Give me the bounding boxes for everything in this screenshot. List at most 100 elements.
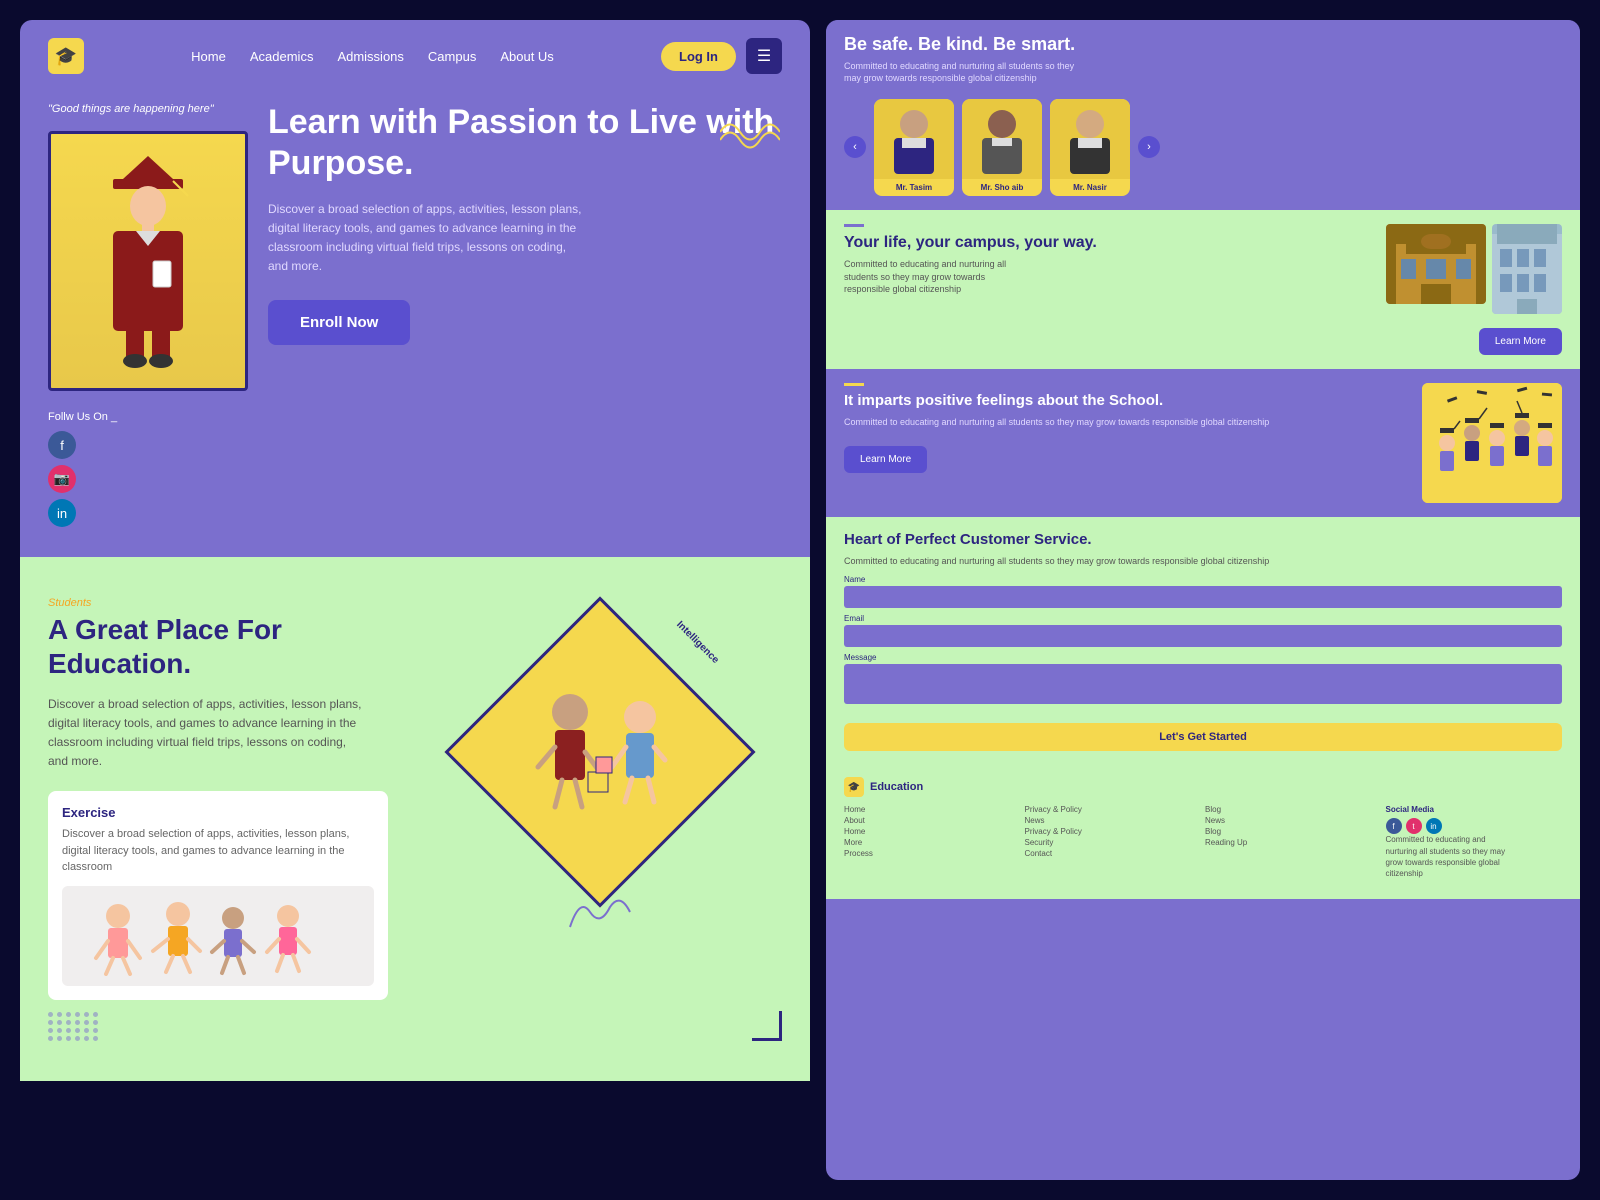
building-2-svg bbox=[1492, 224, 1562, 314]
left-panel: 🎓 Home Academics Admissions Campus About… bbox=[20, 20, 810, 1180]
nav-academics[interactable]: Academics bbox=[250, 49, 314, 64]
kids-svg bbox=[78, 896, 358, 976]
linkedin-icon[interactable]: in bbox=[48, 499, 76, 527]
footer-link-blog[interactable]: Blog bbox=[1205, 805, 1382, 814]
students-label: Students bbox=[48, 597, 388, 609]
footer-link-contact[interactable]: Contact bbox=[1025, 849, 1202, 858]
nav-actions: Log In ☰ bbox=[661, 38, 782, 74]
feelings-indicator bbox=[844, 383, 864, 386]
teacher-name-3: Mr. Nasir bbox=[1050, 179, 1130, 196]
hero-section: 🎓 Home Academics Admissions Campus About… bbox=[20, 20, 810, 557]
feelings-section: It imparts positive feelings about the S… bbox=[826, 369, 1580, 517]
students-left: Students A Great Place For Education. Di… bbox=[48, 597, 388, 1040]
login-button[interactable]: Log In bbox=[661, 42, 736, 71]
footer-section: 🎓 Education Home About Home More Process… bbox=[826, 765, 1580, 899]
campus-section: Your life, your campus, your way. Commit… bbox=[826, 210, 1580, 369]
campus-learn-more-button[interactable]: Learn More bbox=[1479, 328, 1562, 355]
footer-link-process[interactable]: Process bbox=[844, 849, 1021, 858]
nav-campus[interactable]: Campus bbox=[428, 49, 476, 64]
footer-link-more[interactable]: More bbox=[844, 838, 1021, 847]
social-links: Follw Us On _ f 📷 in bbox=[48, 411, 248, 527]
campus-images: Learn More bbox=[1386, 224, 1562, 355]
hero-title: Learn with Passion to Live with Purpose. bbox=[268, 102, 782, 184]
footer-link-about[interactable]: About bbox=[844, 816, 1021, 825]
logo[interactable]: 🎓 bbox=[48, 38, 84, 74]
building-1-svg bbox=[1386, 224, 1486, 304]
nav-admissions[interactable]: Admissions bbox=[337, 49, 403, 64]
students-right: Intelligence bbox=[418, 597, 782, 1040]
main-nav: 🎓 Home Academics Admissions Campus About… bbox=[20, 20, 810, 92]
campus-img-2 bbox=[1492, 224, 1562, 314]
feelings-desc: Committed to educating and nurturing all… bbox=[844, 416, 1410, 429]
name-input[interactable] bbox=[844, 586, 1562, 608]
social-icons: f 📷 in bbox=[48, 431, 248, 527]
footer-link-privacy2[interactable]: Privacy & Policy bbox=[1025, 827, 1202, 836]
teacher-card-3: Mr. Nasir bbox=[1050, 99, 1130, 196]
nav-links: Home Academics Admissions Campus About U… bbox=[114, 49, 631, 64]
teacher-name-2: Mr. Sho aib bbox=[962, 179, 1042, 196]
students-section: Students A Great Place For Education. Di… bbox=[20, 557, 810, 1080]
name-form-group: Name bbox=[844, 575, 1562, 608]
footer-link-news2[interactable]: News bbox=[1205, 816, 1382, 825]
contact-section: Heart of Perfect Customer Service. Commi… bbox=[826, 517, 1580, 766]
exercise-description: Discover a broad selection of apps, acti… bbox=[62, 826, 374, 876]
footer-ig-icon[interactable]: t bbox=[1406, 818, 1422, 834]
hero-image bbox=[48, 131, 248, 391]
rp-top-title: Be safe. Be kind. Be smart. bbox=[844, 34, 1562, 56]
footer-social-title: Social Media bbox=[1386, 805, 1563, 814]
teacher-name-1: Mr. Tasim bbox=[874, 179, 954, 196]
footer-link-home[interactable]: Home bbox=[844, 805, 1021, 814]
students-desc: Discover a broad selection of apps, acti… bbox=[48, 695, 368, 772]
instagram-icon[interactable]: 📷 bbox=[48, 465, 76, 493]
teacher-2-svg bbox=[972, 104, 1032, 174]
graduation-svg bbox=[1422, 383, 1562, 503]
prev-teacher-button[interactable]: ‹ bbox=[844, 136, 866, 158]
footer-link-reading[interactable]: Reading Up bbox=[1205, 838, 1382, 847]
exercise-card: Exercise Discover a broad selection of a… bbox=[48, 791, 388, 1000]
diamond-container: Intelligence bbox=[475, 627, 725, 877]
email-input[interactable] bbox=[844, 625, 1562, 647]
footer-col-2: Privacy & Policy News Privacy & Policy S… bbox=[1025, 805, 1202, 879]
graduate-svg bbox=[93, 151, 203, 371]
footer-fb-icon[interactable]: f bbox=[1386, 818, 1402, 834]
footer-link-security[interactable]: Security bbox=[1025, 838, 1202, 847]
campus-imgs-row bbox=[1386, 224, 1562, 314]
footer-col-social: Social Media f t in Committed to educati… bbox=[1386, 805, 1563, 879]
footer-col-3: Blog News Blog Reading Up bbox=[1205, 805, 1382, 879]
footer-link-home2[interactable]: Home bbox=[844, 827, 1021, 836]
footer-link-news[interactable]: News bbox=[1025, 816, 1202, 825]
feelings-learn-more-button[interactable]: Learn More bbox=[844, 446, 927, 473]
teacher-photo-3 bbox=[1050, 99, 1130, 179]
footer-logo-row: 🎓 Education bbox=[844, 777, 1562, 797]
message-label: Message bbox=[844, 653, 1562, 662]
footer-brand: Education bbox=[870, 781, 923, 793]
contact-title: Heart of Perfect Customer Service. bbox=[844, 531, 1562, 549]
footer-link-blog2[interactable]: Blog bbox=[1205, 827, 1382, 836]
graduation-image bbox=[1422, 383, 1562, 503]
footer-social-icons: f t in bbox=[1386, 818, 1563, 834]
nav-about[interactable]: About Us bbox=[500, 49, 553, 64]
campus-title: Your life, your campus, your way. bbox=[844, 233, 1374, 252]
campus-content: Your life, your campus, your way. Commit… bbox=[844, 224, 1562, 355]
email-form-group: Email bbox=[844, 614, 1562, 647]
teacher-card-1: Mr. Tasim bbox=[874, 99, 954, 196]
nav-home[interactable]: Home bbox=[191, 49, 226, 64]
facebook-icon[interactable]: f bbox=[48, 431, 76, 459]
campus-indicator bbox=[844, 224, 864, 227]
message-input[interactable] bbox=[844, 664, 1562, 704]
wave-decoration bbox=[720, 112, 780, 152]
footer-li-icon[interactable]: in bbox=[1426, 818, 1442, 834]
children-playing-svg bbox=[500, 652, 700, 852]
feelings-left: It imparts positive feelings about the S… bbox=[844, 383, 1410, 503]
diamond-label: Intelligence bbox=[674, 620, 721, 667]
teachers-row: ‹ Mr. Tasim Mr. Sho aib bbox=[826, 99, 1580, 210]
footer-link-privacy[interactable]: Privacy & Policy bbox=[1025, 805, 1202, 814]
menu-button[interactable]: ☰ bbox=[746, 38, 782, 74]
name-label: Name bbox=[844, 575, 1562, 584]
campus-desc: Committed to educating and nurturing all… bbox=[844, 258, 1024, 296]
footer-col-1: Home About Home More Process bbox=[844, 805, 1021, 879]
get-started-button[interactable]: Let's Get Started bbox=[844, 723, 1562, 751]
next-teacher-button[interactable]: › bbox=[1138, 136, 1160, 158]
footer-logo: 🎓 bbox=[844, 777, 864, 797]
exercise-title: Exercise bbox=[62, 805, 374, 820]
